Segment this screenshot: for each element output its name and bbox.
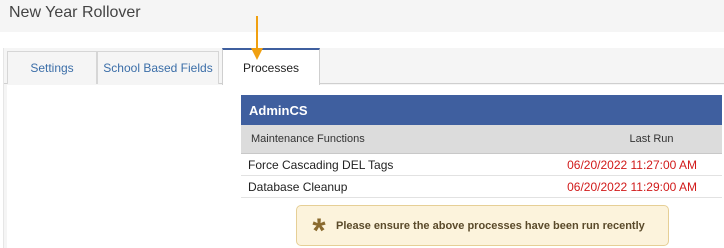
tab-settings[interactable]: Settings bbox=[7, 51, 97, 84]
warning-notice: * Please ensure the above processes have… bbox=[296, 205, 669, 248]
tab-processes[interactable]: Processes bbox=[222, 48, 320, 85]
column-header-maintenance-functions: Maintenance Functions bbox=[251, 133, 365, 145]
last-run-value: 06/20/2022 11:27:00 AM bbox=[567, 157, 697, 172]
title-bar: New Year Rollover bbox=[0, 0, 724, 32]
function-name: Database Cleanup bbox=[248, 179, 348, 194]
asterisk-icon: * bbox=[312, 211, 326, 248]
tab-strip: Settings School Based Fields Processes bbox=[4, 48, 724, 85]
spacer bbox=[0, 32, 724, 48]
table-header: Maintenance Functions Last Run bbox=[241, 125, 722, 154]
admincs-panel: AdminCS Maintenance Functions Last Run F… bbox=[241, 95, 722, 198]
page-title: New Year Rollover bbox=[9, 4, 141, 21]
tab-school-based-fields[interactable]: School Based Fields bbox=[97, 51, 219, 84]
column-header-last-run: Last Run bbox=[629, 133, 674, 145]
table-row[interactable]: Force Cascading DEL Tags 06/20/2022 11:2… bbox=[241, 154, 722, 176]
function-name: Force Cascading DEL Tags bbox=[248, 157, 394, 172]
arrow-down-icon bbox=[251, 16, 263, 60]
notice-text: Please ensure the above processes have b… bbox=[336, 219, 645, 232]
last-run-value: 06/20/2022 11:29:00 AM bbox=[567, 179, 697, 194]
table-row[interactable]: Database Cleanup 06/20/2022 11:29:00 AM bbox=[241, 176, 722, 198]
panel-title: AdminCS bbox=[241, 95, 722, 125]
